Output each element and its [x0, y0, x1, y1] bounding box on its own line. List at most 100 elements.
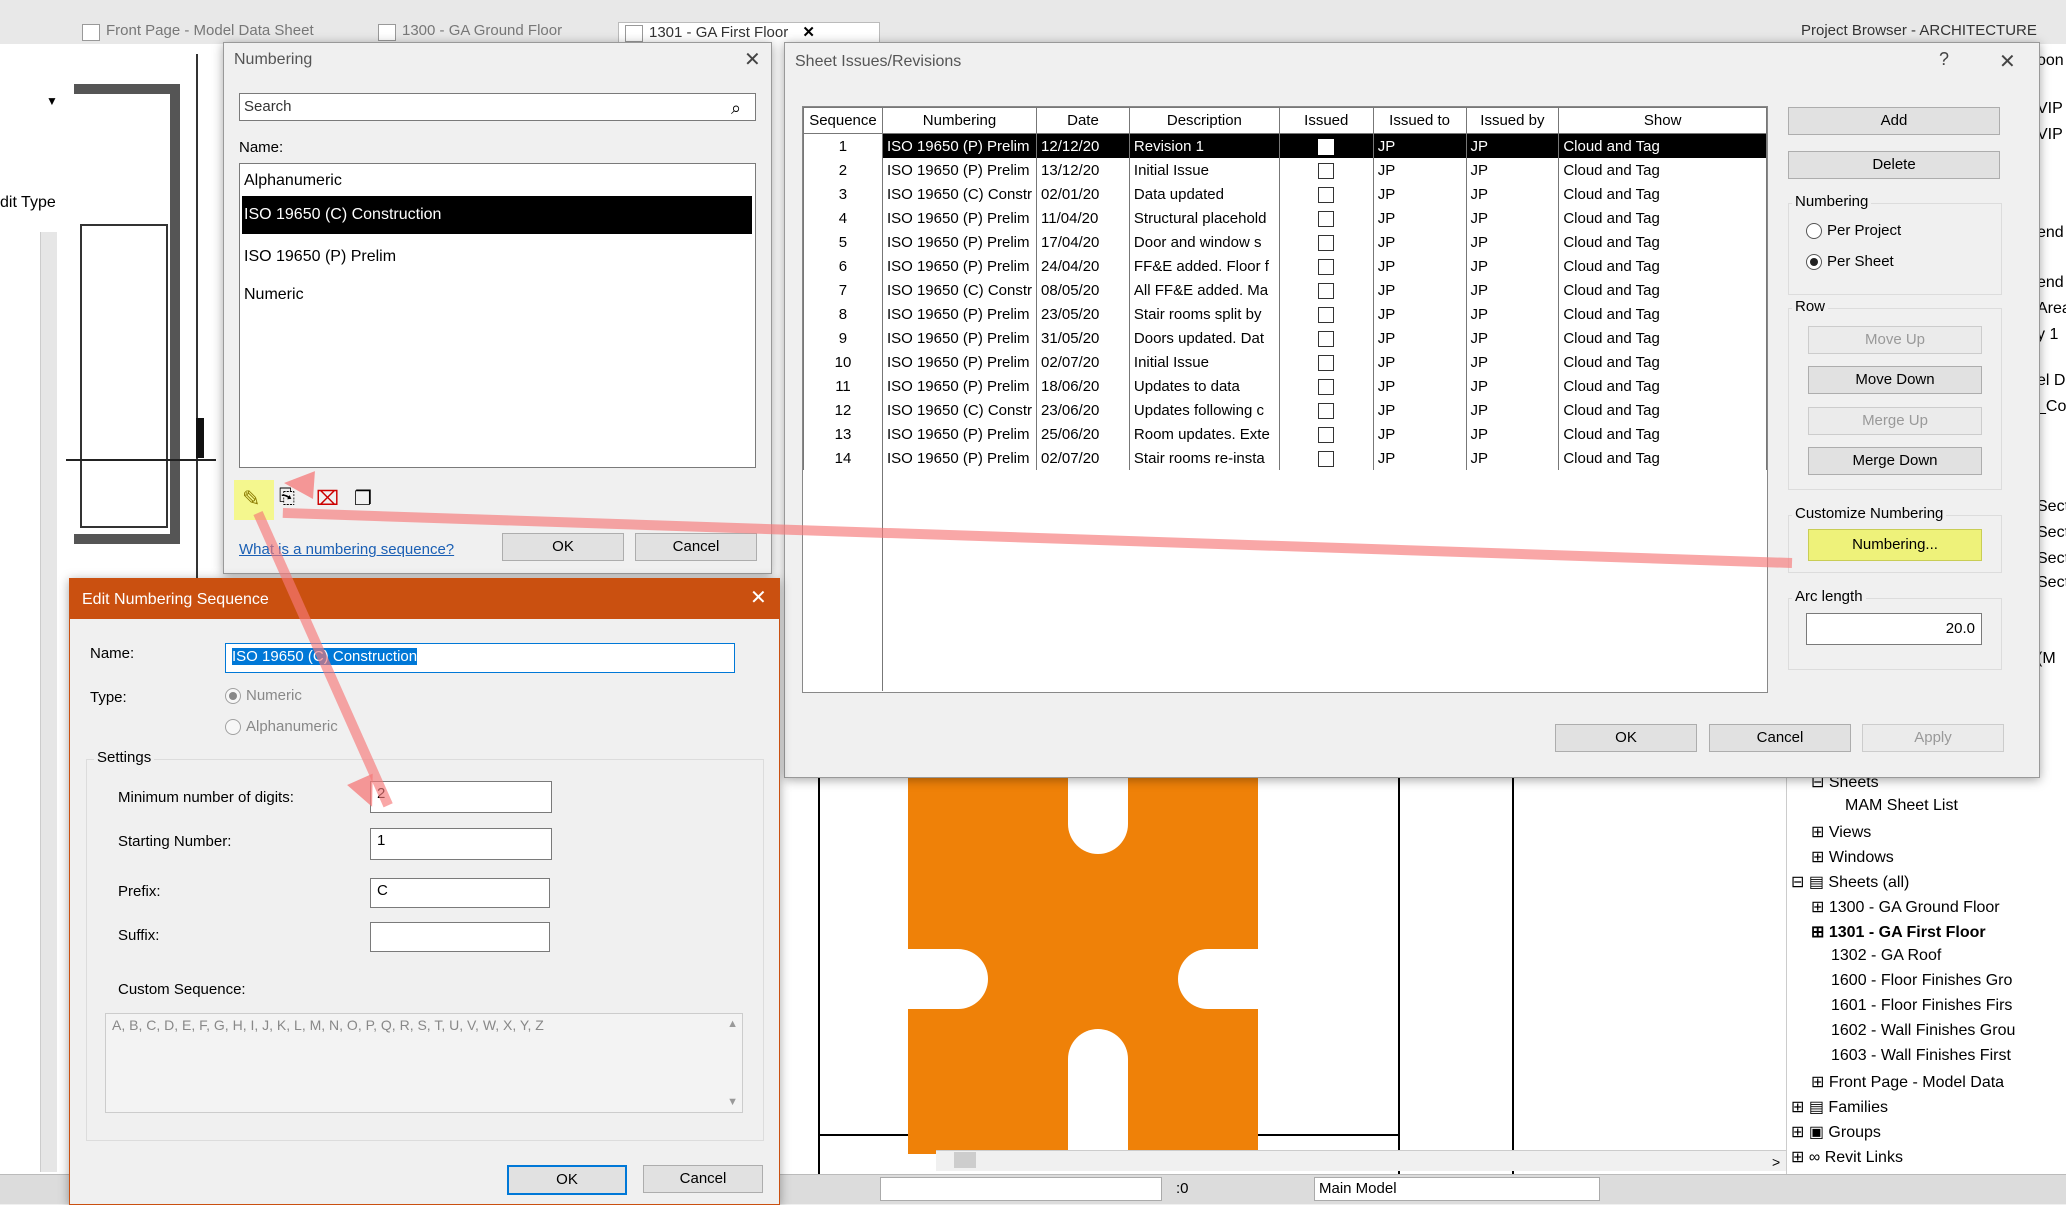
scroll-thumb[interactable] [954, 1152, 976, 1168]
cell-issued-to[interactable]: JP [1372, 230, 1467, 254]
cell-seq[interactable]: 1 [803, 133, 883, 158]
close-icon[interactable]: ✕ [750, 585, 767, 610]
merge-up-button[interactable]: Merge Up [1808, 407, 1982, 435]
tree-item-1603[interactable]: 1603 - Wall Finishes First [1831, 1047, 2011, 1065]
cell-numbering[interactable]: ISO 19650 (P) Prelim [881, 133, 1038, 158]
cell-show[interactable]: Cloud and Tag [1558, 302, 1767, 326]
cell-show[interactable]: Cloud and Tag [1558, 182, 1767, 206]
issued-checkbox[interactable] [1318, 450, 1335, 467]
list-item[interactable]: Numeric [244, 286, 304, 304]
cell-description[interactable]: FF&E added. Floor f [1128, 254, 1280, 278]
column-header[interactable]: Sequence [803, 107, 883, 134]
table-row[interactable]: 10 ISO 19650 (P) Prelim 02/07/20 Initial Is… [803, 350, 1767, 374]
issued-checkbox-cell[interactable] [1278, 230, 1374, 254]
issued-checkbox-cell[interactable] [1278, 182, 1374, 206]
delete-icon[interactable]: ⌧ [316, 486, 339, 511]
tree-item-front-page[interactable]: ⊞ Front Page - Model Data [1811, 1072, 2004, 1092]
cell-issued-to[interactable]: JP [1372, 278, 1467, 302]
tree-item-revit-links[interactable]: ⊞ ∞ Revit Links [1791, 1147, 1903, 1167]
cell-issued-by[interactable]: JP [1465, 422, 1560, 446]
issued-checkbox[interactable] [1318, 210, 1335, 227]
cell-date[interactable]: 02/01/20 [1036, 182, 1130, 206]
cell-date[interactable]: 24/04/20 [1036, 254, 1130, 278]
workset-dropdown[interactable] [880, 1177, 1162, 1201]
cell-seq[interactable]: 9 [803, 326, 883, 350]
tree-item-1300[interactable]: ⊞ 1300 - GA Ground Floor [1811, 897, 2000, 917]
alphanumeric-radio[interactable] [225, 719, 241, 735]
list-item[interactable]: ISO 19650 (P) Prelim [244, 248, 396, 266]
cell-description[interactable]: Data updated [1128, 182, 1280, 206]
close-icon[interactable]: ✕ [744, 47, 761, 72]
cell-date[interactable]: 13/12/20 [1036, 158, 1130, 182]
cell-issued-by[interactable]: JP [1465, 133, 1560, 158]
merge-down-button[interactable]: Merge Down [1808, 447, 1982, 475]
cell-issued-by[interactable]: JP [1465, 278, 1560, 302]
cell-issued-to[interactable]: JP [1372, 158, 1467, 182]
cell-date[interactable]: 25/06/20 [1036, 422, 1130, 446]
table-row[interactable]: 1 ISO 19650 (P) Prelim 12/12/20 Revision 1 J… [803, 133, 1767, 158]
cell-issued-by[interactable]: JP [1465, 302, 1560, 326]
cell-issued-to[interactable]: JP [1372, 374, 1467, 398]
cell-show[interactable]: Cloud and Tag [1558, 278, 1767, 302]
tree-item-mam-sheet-list[interactable]: MAM Sheet List [1845, 797, 1958, 815]
add-button[interactable]: Add [1788, 107, 2000, 135]
cell-show[interactable]: Cloud and Tag [1558, 422, 1767, 446]
cell-seq[interactable]: 3 [803, 182, 883, 206]
ok-button[interactable]: OK [1555, 724, 1697, 752]
column-header[interactable]: Show [1558, 107, 1767, 134]
column-header[interactable]: Date [1036, 107, 1130, 134]
cell-issued-to[interactable]: JP [1372, 350, 1467, 374]
cell-issued-by[interactable]: JP [1465, 350, 1560, 374]
table-row[interactable]: 9 ISO 19650 (P) Prelim 31/05/20 Doors updat… [803, 326, 1767, 350]
arc-length-input[interactable]: 20.0 [1806, 613, 1982, 645]
cell-issued-to[interactable]: JP [1372, 422, 1467, 446]
move-down-button[interactable]: Move Down [1808, 366, 1982, 394]
tree-item-1601[interactable]: 1601 - Floor Finishes Firs [1831, 997, 2012, 1015]
cell-issued-to[interactable]: JP [1372, 398, 1467, 422]
table-row[interactable]: 5 ISO 19650 (P) Prelim 17/04/20 Door and wi… [803, 230, 1767, 254]
cell-date[interactable]: 08/05/20 [1036, 278, 1130, 302]
tree-item-1600[interactable]: 1600 - Floor Finishes Gro [1831, 972, 2012, 990]
tab-front-page[interactable]: Front Page - Model Data Sheet [76, 22, 396, 44]
chevron-up-icon[interactable]: ▲ [727, 1018, 738, 1030]
cell-numbering[interactable]: ISO 19650 (P) Prelim [881, 302, 1038, 326]
cell-show[interactable]: Cloud and Tag [1558, 446, 1767, 470]
cell-issued-by[interactable]: JP [1465, 326, 1560, 350]
starting-number-input[interactable]: 1 [370, 828, 552, 860]
per-sheet-radio[interactable] [1806, 254, 1822, 270]
tab-ga-ground-floor[interactable]: 1300 - GA Ground Floor [372, 22, 642, 44]
table-row[interactable]: 7 ISO 19650 (C) Constr 08/05/20 All FF&E ad… [803, 278, 1767, 302]
tree-item-1602[interactable]: 1602 - Wall Finishes Grou [1831, 1022, 2015, 1040]
cell-description[interactable]: Door and window s [1128, 230, 1280, 254]
help-icon[interactable]: ? [1939, 49, 1949, 70]
cell-issued-by[interactable]: JP [1465, 182, 1560, 206]
cell-seq[interactable]: 10 [803, 350, 883, 374]
move-up-button[interactable]: Move Up [1808, 326, 1982, 354]
cell-issued-by[interactable]: JP [1465, 446, 1560, 470]
cell-description[interactable]: Stair rooms split by [1128, 302, 1280, 326]
cell-seq[interactable]: 5 [803, 230, 883, 254]
cell-show[interactable]: Cloud and Tag [1558, 350, 1767, 374]
cell-numbering[interactable]: ISO 19650 (P) Prelim [881, 350, 1038, 374]
cell-seq[interactable]: 4 [803, 206, 883, 230]
cancel-button[interactable]: Cancel [643, 1165, 763, 1193]
issued-checkbox[interactable] [1318, 162, 1335, 179]
issued-checkbox-cell[interactable] [1278, 350, 1374, 374]
prefix-input[interactable]: C [370, 878, 550, 908]
tree-item-1301[interactable]: ⊞ 1301 - GA First Floor [1811, 922, 1986, 942]
issued-checkbox[interactable] [1318, 378, 1335, 395]
cell-issued-by[interactable]: JP [1465, 254, 1560, 278]
column-header[interactable]: Issued to [1372, 107, 1467, 134]
column-header[interactable]: Issued by [1465, 107, 1560, 134]
cell-issued-to[interactable]: JP [1372, 446, 1467, 470]
cell-numbering[interactable]: ISO 19650 (P) Prelim [881, 254, 1038, 278]
issued-checkbox[interactable] [1318, 426, 1335, 443]
table-row[interactable]: 6 ISO 19650 (P) Prelim 24/04/20 FF&E added.… [803, 254, 1767, 278]
cell-issued-by[interactable]: JP [1465, 230, 1560, 254]
cell-description[interactable]: Initial Issue [1128, 158, 1280, 182]
custom-sequence-textarea[interactable]: A, B, C, D, E, F, G, H, I, J, K, L, M, N… [105, 1013, 743, 1113]
cell-numbering[interactable]: ISO 19650 (P) Prelim [881, 206, 1038, 230]
cell-description[interactable]: Updates following c [1128, 398, 1280, 422]
cell-show[interactable]: Cloud and Tag [1558, 398, 1767, 422]
revisions-grid[interactable]: Sequence Numbering Date Description Issu… [803, 107, 1767, 470]
